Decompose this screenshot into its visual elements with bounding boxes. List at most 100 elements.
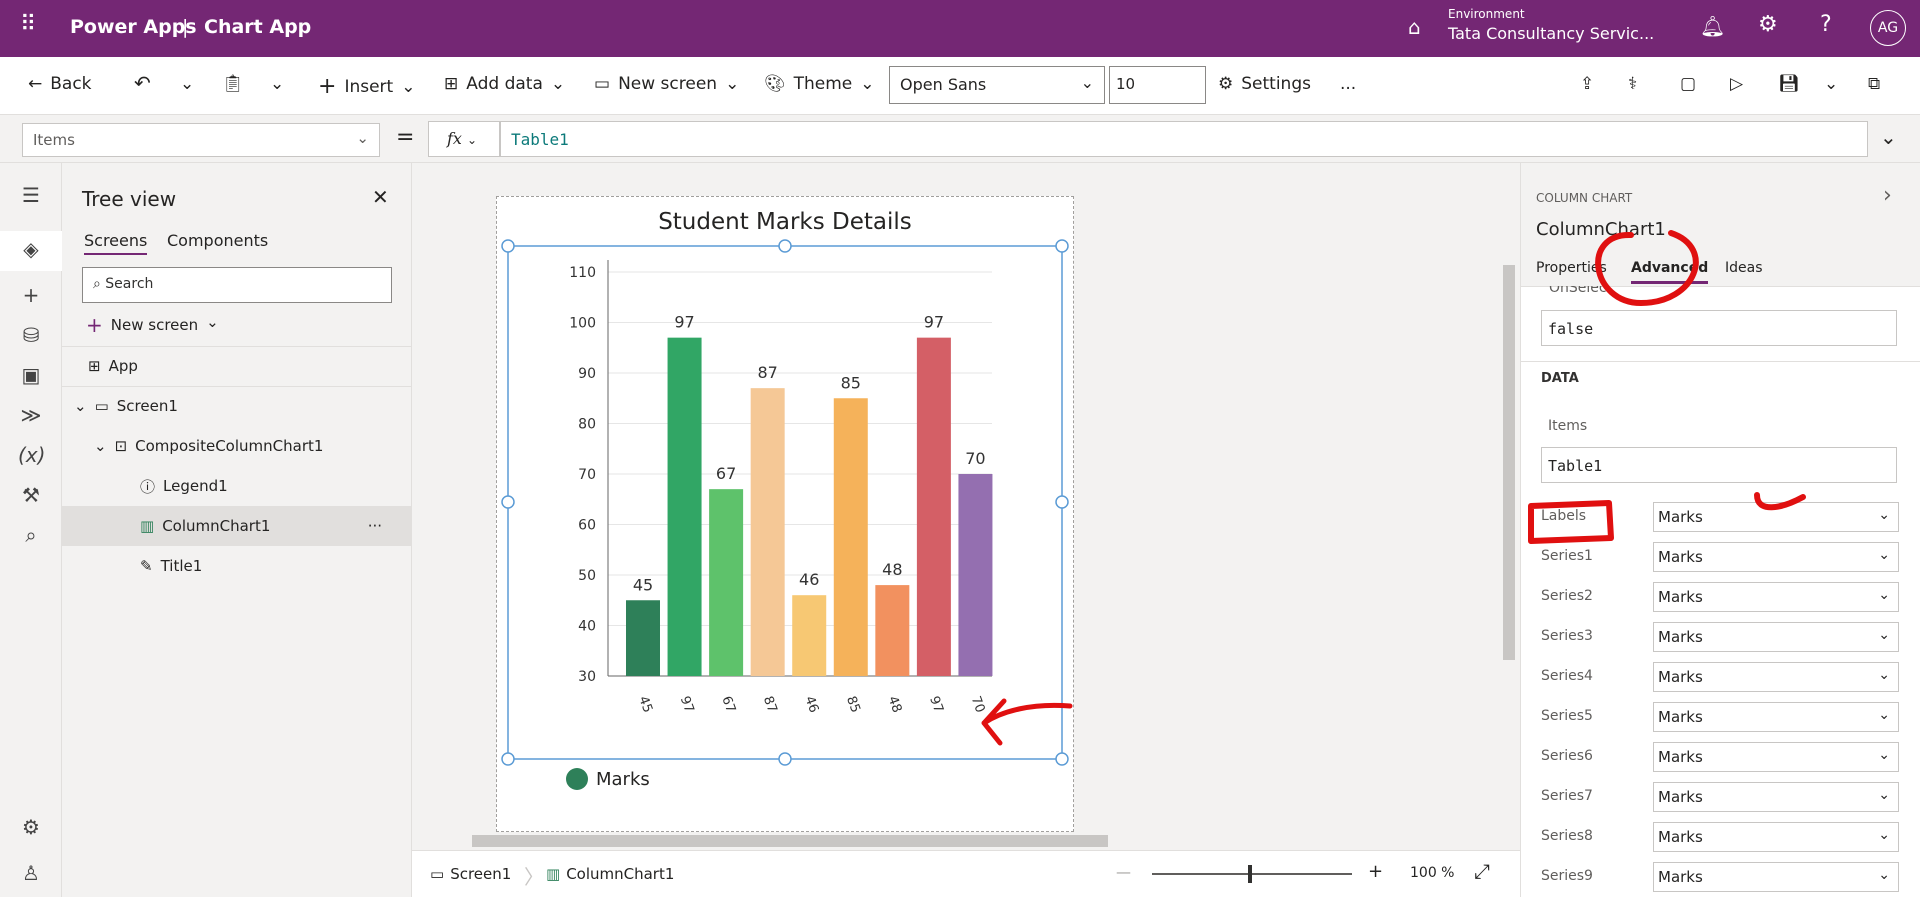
legend[interactable]: Marks xyxy=(566,768,650,790)
app-checker-icon[interactable]: ⚕ xyxy=(1628,74,1637,94)
tab-advanced[interactable]: Advanced xyxy=(1631,260,1709,284)
tab-screens[interactable]: Screens xyxy=(84,231,148,255)
environment-label: Environment xyxy=(1448,7,1525,21)
more-button[interactable]: ... xyxy=(1340,74,1356,94)
close-icon[interactable]: ✕ xyxy=(372,185,389,209)
fx-button[interactable]: fx ⌄ xyxy=(428,121,500,157)
play-icon[interactable]: ▷ xyxy=(1730,74,1743,94)
new-screen-button[interactable]: ▭ New screen ⌄ xyxy=(594,74,739,94)
paste-icon[interactable]: 📋︎ xyxy=(222,74,244,94)
app-icon: ⊞ xyxy=(88,357,101,375)
series6-dropdown[interactable]: Marks ⌄ xyxy=(1653,742,1899,772)
column-chart[interactable]: 30 40 50 60 70 80 90 100 110 45 45 97 97 67 67 87 87 46 46… xyxy=(412,163,1520,850)
layers-icon[interactable]: ◈ xyxy=(0,231,62,271)
environment-name[interactable]: Tata Consultancy Servic... xyxy=(1448,24,1654,43)
expand-formula-chevron-icon[interactable]: ⌄ xyxy=(1880,125,1897,149)
column-chart-icon: ▥ xyxy=(546,865,561,883)
series8-dropdown[interactable]: Marks ⌄ xyxy=(1653,822,1899,852)
tab-ideas[interactable]: Ideas xyxy=(1725,260,1763,276)
tree-item-legend1[interactable]: ⓘ Legend1 xyxy=(62,466,412,506)
gear-icon[interactable]: ⚙ xyxy=(1758,12,1778,37)
chevron-down-icon[interactable]: ⌄ xyxy=(180,74,194,94)
tree-item-columnchart1[interactable]: ▥ ColumnChart1 ··· xyxy=(62,506,412,546)
series4-dropdown[interactable]: Marks ⌄ xyxy=(1653,662,1899,692)
search-icon[interactable]: ⌕ xyxy=(18,523,44,547)
font-select[interactable]: Open Sans ⌄ xyxy=(889,66,1105,104)
search-input[interactable]: ⌕ Search xyxy=(82,267,392,303)
labels-dropdown[interactable]: Marks ⌄ xyxy=(1653,502,1899,532)
y-tick-label: 90 xyxy=(578,366,596,382)
row-label: Labels xyxy=(1541,508,1587,524)
tools-icon[interactable]: ⚒ xyxy=(18,483,44,507)
breadcrumb-screen1[interactable]: ▭ Screen1 xyxy=(430,865,511,883)
vertical-scrollbar[interactable] xyxy=(1500,173,1518,833)
insert-button[interactable]: + Insert ⌄ xyxy=(318,74,415,99)
fit-screen-icon[interactable]: ⤢ xyxy=(1474,859,1490,883)
tree-item-compositecolumnchart1[interactable]: ⌄ ⊡ CompositeColumnChart1 xyxy=(62,426,412,466)
back-button[interactable]: ← Back xyxy=(28,74,92,94)
power-automate-icon[interactable]: ≫ xyxy=(18,403,44,427)
undo-icon[interactable]: ↶ xyxy=(134,71,151,95)
chevron-down-icon: ⌄ xyxy=(725,74,740,94)
x-tick-label: 46 xyxy=(801,694,821,715)
chevron-right-icon[interactable]: › xyxy=(1883,183,1892,208)
insert-plus-icon[interactable]: + xyxy=(18,283,44,307)
formula-input[interactable]: Table1 xyxy=(500,121,1868,157)
chevron-down-icon[interactable]: ⌄ xyxy=(270,74,284,94)
row-label: Series2 xyxy=(1541,588,1593,604)
series7-dropdown[interactable]: Marks ⌄ xyxy=(1653,782,1899,812)
bell-icon[interactable]: 🔔︎ xyxy=(1700,14,1725,38)
tree-item-screen1[interactable]: ⌄ ▭ Screen1 xyxy=(62,386,412,426)
series1-dropdown[interactable]: Marks ⌄ xyxy=(1653,542,1899,572)
items-input[interactable]: Table1 xyxy=(1541,447,1897,483)
variables-icon[interactable]: (x) xyxy=(18,443,45,467)
zoom-slider[interactable] xyxy=(1152,865,1352,883)
share-icon[interactable]: ⇪ xyxy=(1580,74,1594,94)
new-screen-icon: ▭ xyxy=(594,74,611,94)
property-select[interactable]: Items ⌄ xyxy=(22,123,380,157)
row-label: Series1 xyxy=(1541,548,1593,564)
tree-view-title: Tree view xyxy=(82,187,177,211)
dropdown-value: Marks xyxy=(1658,748,1703,766)
control-name[interactable]: ColumnChart1 xyxy=(1536,219,1666,240)
data-cylinder-icon[interactable]: ⛁ xyxy=(18,323,44,347)
help-icon[interactable]: ? xyxy=(1820,12,1832,37)
avatar[interactable]: AG xyxy=(1870,10,1906,46)
publish-icon[interactable]: ⧉ xyxy=(1868,74,1880,94)
palette-icon: 🎨︎ xyxy=(764,74,786,94)
dropdown-value: Marks xyxy=(1658,588,1703,606)
legend-label: Marks xyxy=(596,768,650,790)
series9-dropdown[interactable]: Marks ⌄ xyxy=(1653,862,1899,892)
series5-dropdown[interactable]: Marks ⌄ xyxy=(1653,702,1899,732)
zoom-out-button[interactable]: — xyxy=(1116,863,1131,881)
status-bar: ▭ Screen1 〉 ▥ ColumnChart1 — + 100 % ⤢ xyxy=(412,850,1520,897)
settings-button[interactable]: ⚙ Settings xyxy=(1218,74,1311,94)
comments-icon[interactable]: ▢ xyxy=(1680,74,1696,94)
add-data-button[interactable]: ⊞ Add data ⌄ xyxy=(444,74,565,94)
breadcrumb-columnchart1[interactable]: ▥ ColumnChart1 xyxy=(546,865,674,883)
data-label: 87 xyxy=(757,363,777,382)
series2-dropdown[interactable]: Marks ⌄ xyxy=(1653,582,1899,612)
more-options-icon[interactable]: ··· xyxy=(368,517,382,535)
font-size-input[interactable]: 10 xyxy=(1109,66,1206,104)
tree-label: Title1 xyxy=(160,557,203,575)
row-label: Series3 xyxy=(1541,628,1593,644)
app-launcher-icon[interactable]: ⠿ xyxy=(20,12,36,37)
zoom-in-button[interactable]: + xyxy=(1368,861,1383,882)
theme-button[interactable]: 🎨︎ Theme ⌄ xyxy=(764,74,874,94)
onselect-input[interactable]: false xyxy=(1541,310,1897,346)
tab-components[interactable]: Components xyxy=(167,231,268,250)
tree-item-app[interactable]: ⊞ App xyxy=(62,346,412,386)
media-icon[interactable]: ▣ xyxy=(18,363,44,387)
save-icon[interactable]: 💾︎ xyxy=(1778,74,1800,94)
virtual-agent-icon[interactable]: ♙ xyxy=(18,861,44,885)
new-screen-button[interactable]: + New screen ⌄ xyxy=(86,313,219,337)
chevron-down-icon[interactable]: ⌄ xyxy=(1824,74,1838,94)
series3-dropdown[interactable]: Marks ⌄ xyxy=(1653,622,1899,652)
tab-properties[interactable]: Properties xyxy=(1536,260,1607,276)
horizontal-scrollbar[interactable] xyxy=(420,833,1500,849)
hamburger-menu-icon[interactable]: ☰ xyxy=(18,183,44,207)
settings-gear-icon[interactable]: ⚙ xyxy=(18,815,44,839)
tree-item-title1[interactable]: ✎ Title1 xyxy=(62,546,412,586)
chevron-down-icon: ⌄ xyxy=(1878,867,1890,883)
